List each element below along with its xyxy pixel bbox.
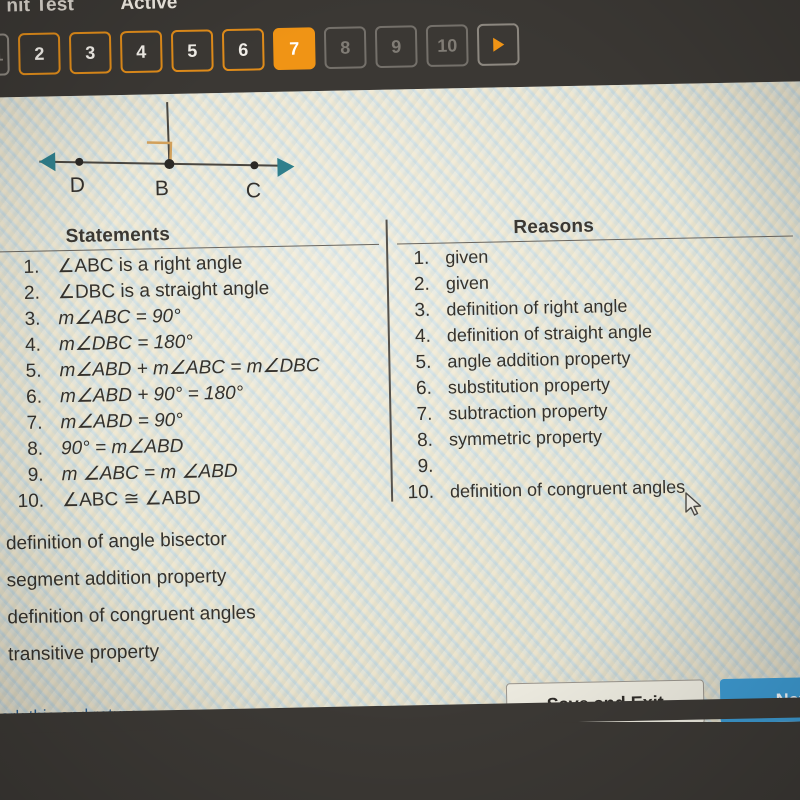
- screenshot-root: nit Test Active 1 2 3 4 5 6 7 8 9 10 D B…: [0, 0, 800, 800]
- question-button-label: 4: [136, 41, 147, 62]
- reason-number: 6.: [415, 377, 433, 400]
- statement-text: m∠DBC = 180°: [58, 331, 194, 356]
- question-button-label: 7: [289, 38, 300, 59]
- question-button-label: 6: [238, 39, 249, 60]
- two-column-proof: Statements 1. ∠ABC is a right angle 2. ∠…: [0, 211, 800, 518]
- reason-number: 1.: [413, 247, 430, 270]
- reason-text: definition of congruent angles: [449, 476, 686, 502]
- answer-choices: definition of angle bisector segment add…: [0, 516, 491, 674]
- statement-number: 1.: [23, 256, 40, 278]
- answer-choice-label: definition of angle bisector: [5, 528, 227, 554]
- question-button-10[interactable]: 10: [425, 24, 469, 68]
- reason-number: 8.: [416, 429, 434, 452]
- question-button-label: 8: [340, 37, 351, 58]
- reason-number: 10.: [407, 481, 435, 504]
- point-B-dot: [164, 159, 175, 170]
- statement-text: ∠ABC ≅ ∠ABD: [61, 487, 201, 512]
- statement-number: 4.: [24, 334, 42, 356]
- question-button-label: 1: [0, 44, 4, 65]
- statement-text: 90° = m∠ABD: [60, 435, 184, 460]
- question-button-label: 9: [391, 36, 402, 57]
- question-navigation: 1 2 3 4 5 6 7 8 9 10: [0, 23, 520, 76]
- reason-text: symmetric property: [448, 426, 603, 450]
- ray-BA: [166, 102, 171, 165]
- reason-text: angle addition property: [447, 347, 631, 372]
- statement-text: m∠ABC = 90°: [58, 305, 181, 330]
- statements-list: 1. ∠ABC is a right angle 2. ∠DBC is a st…: [0, 249, 384, 517]
- question-button-1[interactable]: 1: [0, 33, 10, 76]
- bottom-dark-strip: [0, 722, 800, 800]
- arrow-left-icon: [39, 152, 56, 172]
- reason-number: 3.: [414, 299, 431, 322]
- reason-text: given: [445, 272, 490, 294]
- test-status-label: Active: [120, 0, 178, 15]
- reason-number: 5.: [415, 351, 432, 374]
- question-button-label: 5: [187, 40, 198, 61]
- reason-number: 4.: [414, 325, 432, 348]
- question-button-4[interactable]: 4: [119, 30, 163, 74]
- statements-column: Statements 1. ∠ABC is a right angle 2. ∠…: [0, 220, 384, 517]
- answer-choice-label: segment addition property: [6, 565, 227, 591]
- statement-text: ∠DBC is a straight angle: [57, 278, 270, 304]
- chevron-right-icon: [492, 37, 504, 52]
- statement-number: 7.: [26, 412, 43, 434]
- question-button-label: 2: [34, 43, 45, 64]
- reason-text: given: [445, 246, 489, 268]
- point-C-dot: [250, 161, 259, 170]
- reason-text: definition of right angle: [446, 295, 628, 320]
- statement-number: 8.: [26, 438, 44, 460]
- statement-number: 3.: [24, 308, 41, 330]
- geometry-figure: D B C: [10, 99, 332, 225]
- statement-number: 9.: [27, 464, 44, 486]
- question-button-9[interactable]: 9: [374, 25, 418, 69]
- question-button-3[interactable]: 3: [68, 31, 112, 75]
- reason-text: subtraction property: [448, 400, 608, 424]
- next-question-arrow-button[interactable]: [476, 23, 520, 67]
- question-page: D B C Statements 1. ∠ABC is a right angl…: [0, 80, 800, 738]
- point-label-B: B: [155, 177, 169, 200]
- reason-text: substitution property: [447, 374, 611, 398]
- statement-text: m∠ABD + m∠ABC = m∠DBC: [59, 355, 320, 382]
- reasons-list: 1. given 2. given 3. definition of right…: [395, 240, 800, 509]
- statement-text: m ∠ABC = m ∠ABD: [61, 460, 238, 486]
- question-button-7-current[interactable]: 7: [272, 27, 316, 71]
- geometry-diagram-svg: D B C: [39, 102, 295, 202]
- reason-number: 9.: [417, 455, 434, 478]
- reason-number: 7.: [416, 403, 433, 426]
- question-button-5[interactable]: 5: [170, 29, 214, 73]
- point-label-D: D: [70, 174, 86, 197]
- statement-number: 10.: [17, 490, 45, 513]
- statement-number: 6.: [25, 386, 43, 408]
- reasons-column: Reasons 1. given 2. given 3. definition …: [395, 211, 800, 509]
- test-title: nit Test: [6, 0, 75, 17]
- arrow-right-icon: [277, 157, 295, 177]
- statement-text: ∠ABC is a right angle: [57, 252, 243, 278]
- answer-choice-label: definition of congruent angles: [7, 601, 256, 628]
- question-button-2[interactable]: 2: [17, 32, 61, 76]
- column-divider: [385, 219, 394, 502]
- question-button-label: 3: [85, 42, 96, 63]
- reason-number: 2.: [413, 273, 431, 296]
- point-D-dot: [75, 157, 84, 166]
- statement-number: 2.: [23, 282, 41, 304]
- question-button-8[interactable]: 8: [323, 26, 367, 70]
- statement-number: 5.: [25, 360, 42, 382]
- answer-choice-label: transitive property: [7, 640, 160, 665]
- statement-text: m∠ABD = 90°: [60, 409, 184, 434]
- reason-text: definition of straight angle: [446, 321, 653, 346]
- point-label-C: C: [246, 179, 262, 202]
- statement-text: m∠ABD + 90° = 180°: [59, 382, 244, 408]
- question-button-6[interactable]: 6: [221, 28, 265, 72]
- question-button-label: 10: [437, 34, 458, 56]
